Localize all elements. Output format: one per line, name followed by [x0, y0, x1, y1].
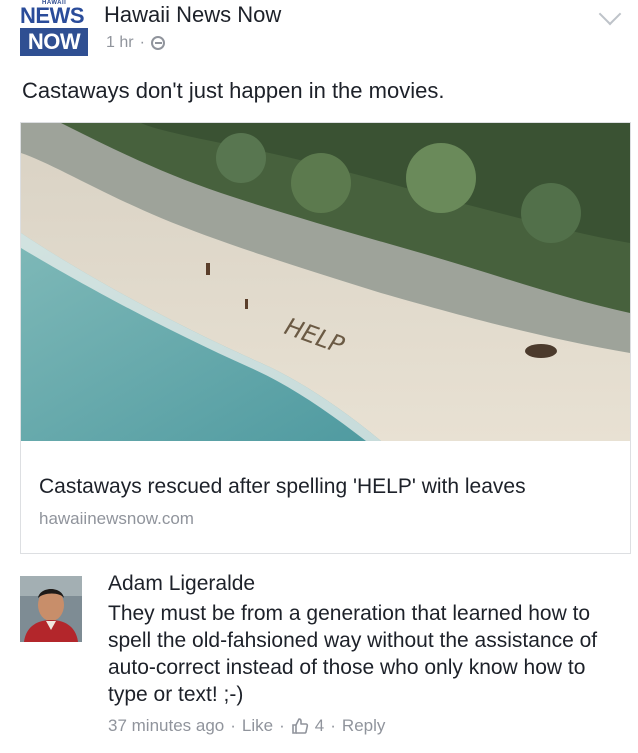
- post-text: Castaways don't just happen in the movie…: [22, 78, 445, 103]
- comment-text: They must be from a generation that lear…: [108, 602, 598, 706]
- chevron-down-icon[interactable]: [598, 2, 622, 26]
- link-card-title[interactable]: Castaways rescued after spelling 'HELP' …: [39, 475, 526, 499]
- beach-photo: HELP: [21, 123, 630, 441]
- action-dot: ·: [279, 716, 285, 735]
- globe-icon: [150, 36, 165, 50]
- thumbs-up-icon: [291, 718, 308, 734]
- comment-actions: 37 minutes ago · Like · 4 · Reply: [108, 716, 385, 736]
- action-dot: ·: [330, 716, 336, 735]
- logo-now-text: NOW: [20, 28, 88, 56]
- page-logo[interactable]: HAWAII NEWS NOW: [20, 0, 88, 60]
- link-card-image[interactable]: HELP: [21, 123, 630, 441]
- link-card-domain: hawaiinewsnow.com: [39, 509, 194, 528]
- comment-author[interactable]: Adam Ligeralde: [108, 572, 255, 596]
- like-button[interactable]: Like: [242, 716, 273, 736]
- avatar[interactable]: [20, 576, 82, 642]
- like-count: 4: [314, 716, 325, 735]
- action-dot: ·: [230, 716, 236, 735]
- post-time[interactable]: 1 hr: [106, 34, 134, 52]
- post-meta: 1 hr ·: [106, 34, 165, 52]
- post-header: HAWAII NEWS NOW Hawaii News Now 1 hr ·: [0, 0, 638, 70]
- page-name-link[interactable]: Hawaii News Now: [104, 2, 281, 28]
- logo-news-text: NEWS: [20, 3, 85, 28]
- reply-button[interactable]: Reply: [342, 716, 385, 736]
- link-card[interactable]: HELP Castaways rescued after spelling 'H…: [20, 122, 631, 554]
- avatar-image: [20, 576, 82, 642]
- comment-time[interactable]: 37 minutes ago: [108, 716, 224, 736]
- meta-dot: ·: [139, 34, 145, 51]
